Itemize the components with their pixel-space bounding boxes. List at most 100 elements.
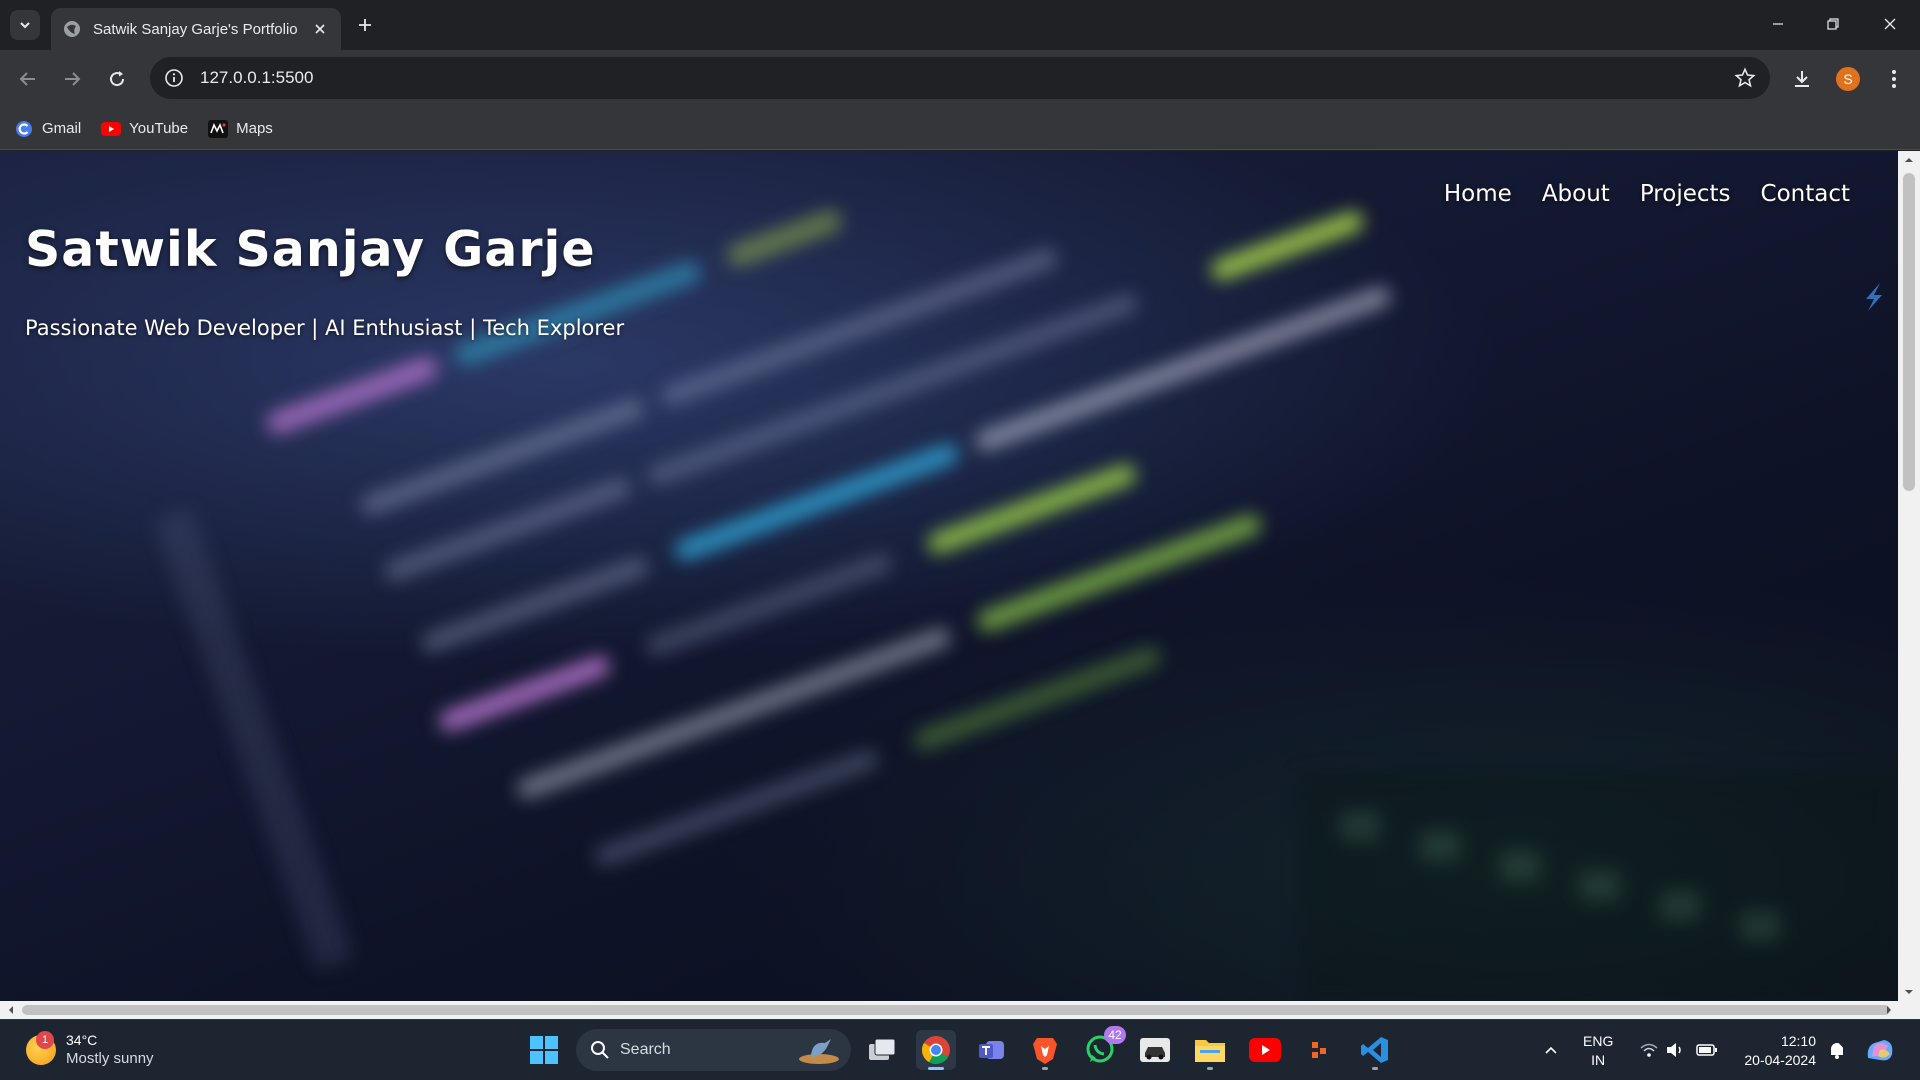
profile-button[interactable]: S [1832,63,1864,95]
taskbar-whatsapp[interactable]: 42 [1080,1026,1126,1070]
bookmark-youtube[interactable]: YouTube [101,119,188,139]
bookmark-gmail[interactable]: Gmail [14,119,81,139]
running-indicator [1372,1067,1378,1070]
teams-icon [979,1041,1004,1059]
tab-close-button[interactable] [311,20,329,38]
system-clock[interactable]: 12:10 20-04-2024 [1736,1032,1816,1070]
extension-widget-icon[interactable] [1860,279,1888,315]
bell-icon [1831,1042,1845,1059]
app-logo-icon [1312,1042,1326,1058]
taskbar-chrome[interactable] [916,1030,956,1070]
nav-link-home[interactable]: Home [1444,181,1512,207]
url-text[interactable]: 127.0.0.1:5500 [200,68,313,88]
page-subtitle: Passionate Web Developer | AI Enthusiast… [25,316,625,340]
tab-strip: Satwik Sanjay Garje's Portfolio [0,0,1920,50]
battery-status[interactable] [1694,1030,1720,1070]
weather-widget[interactable]: 1 34°C Mostly sunny [26,1031,154,1069]
battery-icon [1696,1044,1717,1056]
more-vert-icon [1892,70,1896,88]
bookmark-maps[interactable]: Maps [208,119,273,139]
vertical-scrollbar[interactable] [1898,151,1920,1001]
scrollbar-thumb[interactable] [22,1005,1890,1015]
gmail-icon [14,119,34,139]
youtube-icon [101,119,122,139]
weather-temp: 34°C [66,1032,98,1048]
tab-search-button[interactable] [10,10,40,40]
maps-icon [208,119,229,139]
wifi-status[interactable] [1636,1030,1662,1070]
taskbar-file-explorer[interactable] [1190,1030,1230,1070]
nav-link-about[interactable]: About [1542,181,1610,207]
scroll-right-arrow-icon[interactable] [1884,1005,1894,1015]
restore-icon [1827,18,1839,30]
notifications-button[interactable] [1822,1030,1852,1070]
tab-title: Satwik Sanjay Garje's Portfolio [93,20,298,38]
restore-button[interactable] [1813,8,1853,40]
taskbar-brave[interactable] [1025,1030,1065,1070]
clock-date: 20-04-2024 [1744,1052,1816,1068]
avatar: S [1836,67,1860,91]
start-button[interactable] [524,1030,564,1070]
vscode-icon [1361,1037,1388,1063]
scroll-down-arrow-icon[interactable] [1904,987,1914,997]
taskbar-youtube[interactable] [1245,1030,1285,1070]
language-indicator[interactable]: ENG IN [1583,1032,1613,1070]
unread-badge: 42 [1104,1026,1126,1044]
downloads-button[interactable] [1786,63,1818,95]
chevron-up-icon [1545,1046,1557,1054]
search-highlight-bird-icon [799,1039,839,1064]
minimize-button[interactable] [1758,8,1798,40]
hero-section: Home About Projects Contact Satwik Sanja… [0,151,1898,1001]
bookmarks-bar: Gmail YouTube Maps [0,108,1920,150]
clock-time: 12:10 [1780,1033,1816,1049]
task-view-icon [869,1038,896,1060]
globe-icon [64,21,80,37]
bookmark-star-icon[interactable] [1734,67,1756,89]
volume-status[interactable] [1662,1030,1688,1070]
taskbar-photo-app[interactable] [1135,1030,1175,1070]
brave-icon [1033,1038,1057,1064]
active-tab[interactable]: Satwik Sanjay Garje's Portfolio [51,8,341,50]
search-icon [591,1041,609,1059]
close-window-button[interactable] [1870,8,1910,40]
page-title: Satwik Sanjay Garje [25,221,596,278]
plus-icon [359,19,371,31]
show-hidden-icons-button[interactable] [1533,1030,1569,1070]
horizontal-scrollbar[interactable] [0,1001,1920,1019]
copilot-button[interactable] [1860,1030,1900,1070]
scroll-left-arrow-icon[interactable] [6,1005,16,1015]
task-view-button[interactable] [862,1030,902,1070]
forward-button[interactable] [56,63,88,95]
scrollbar-thumb[interactable] [1903,173,1915,491]
taskbar-app-orange[interactable] [1300,1030,1340,1070]
menu-button[interactable] [1878,63,1910,95]
taskbar-search[interactable]: Search [576,1029,851,1071]
taskbar-teams[interactable] [971,1030,1011,1070]
nav-link-contact[interactable]: Contact [1761,181,1850,207]
weather-desc: Mostly sunny [66,1050,154,1067]
copilot-icon [1867,1040,1893,1061]
reload-icon [110,71,125,87]
notification-badge: 1 [36,1031,54,1049]
taskbar-vscode[interactable] [1355,1030,1395,1070]
scroll-up-arrow-icon[interactable] [1904,155,1914,165]
site-nav: Home About Projects Contact [1444,181,1850,207]
close-icon [315,24,325,34]
taskbar: 1 34°C Mostly sunny Search 42 ENG IN 12:… [0,1019,1920,1080]
running-indicator [1042,1067,1048,1070]
wifi-icon [1640,1043,1658,1057]
browser-toolbar: 127.0.0.1:5500 S [0,50,1920,108]
back-button[interactable] [12,63,44,95]
nav-link-projects[interactable]: Projects [1640,181,1731,207]
new-tab-button[interactable] [352,12,378,38]
arrow-right-icon [65,72,81,86]
address-bar[interactable]: 127.0.0.1:5500 [150,57,1770,99]
folder-icon [1195,1040,1225,1062]
reload-button[interactable] [101,63,133,95]
speaker-icon [1667,1043,1681,1057]
site-info-icon[interactable] [164,68,184,88]
youtube-icon [1249,1038,1281,1062]
chrome-icon [922,1036,950,1064]
search-label: Search [620,1041,671,1058]
code-background-image [155,210,1898,1001]
